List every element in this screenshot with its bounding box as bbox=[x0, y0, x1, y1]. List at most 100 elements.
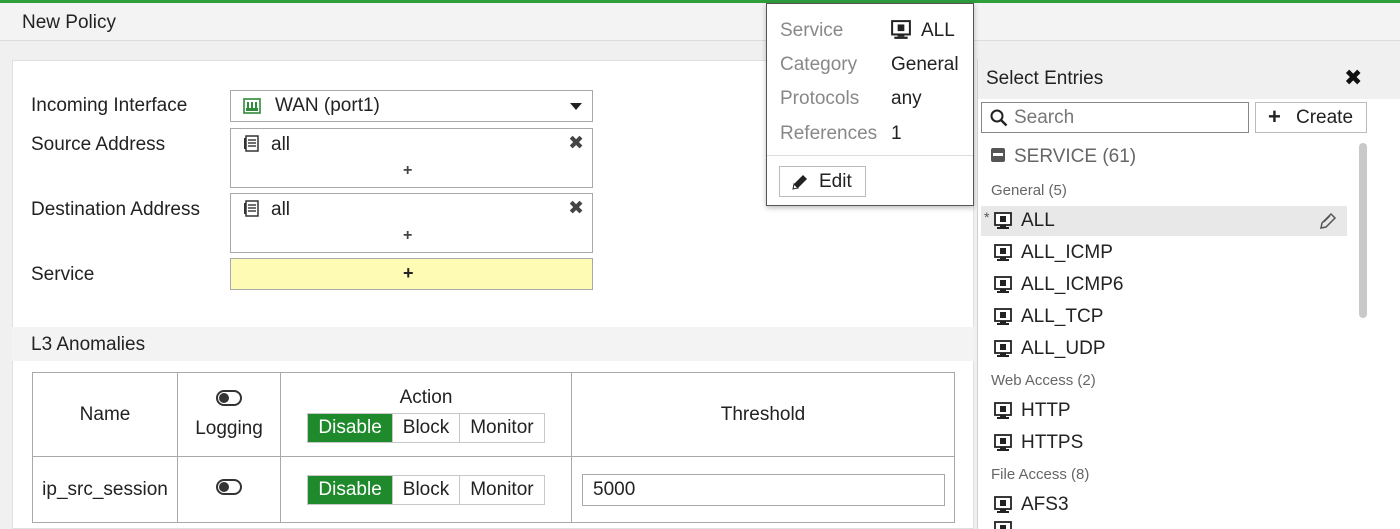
tooltip-references-value: 1 bbox=[891, 123, 902, 144]
column-header-logging: Logging bbox=[177, 372, 281, 457]
service-monitor-icon bbox=[994, 212, 1012, 229]
incoming-interface-label: Incoming Interface bbox=[31, 95, 188, 116]
close-icon[interactable]: ✖ bbox=[1344, 65, 1362, 91]
service-monitor-icon bbox=[891, 20, 911, 39]
selected-marker: * bbox=[984, 209, 990, 225]
list-item-all-tcp[interactable]: ALL_TCP bbox=[981, 302, 1347, 332]
service-field[interactable]: + bbox=[230, 258, 593, 290]
category-web-access: Web Access (2) bbox=[991, 372, 1096, 389]
destination-address-label: Destination Address bbox=[31, 199, 200, 220]
list-item-partial[interactable] bbox=[981, 521, 1347, 529]
row-logging-cell bbox=[177, 456, 281, 523]
edit-button-label: Edit bbox=[819, 171, 852, 192]
service-monitor-icon bbox=[994, 340, 1012, 357]
service-group-label: SERVICE (61) bbox=[1014, 146, 1137, 167]
action-segmented-all: Disable Block Monitor bbox=[307, 412, 545, 443]
source-address-label: Source Address bbox=[31, 134, 166, 155]
page-header: New Policy bbox=[0, 3, 1400, 41]
select-entries-panel: Select Entries ✖ + Create SERVICE (61) G… bbox=[977, 59, 1400, 529]
list-item-all-udp[interactable]: ALL_UDP bbox=[981, 334, 1347, 364]
service-group-header[interactable]: SERVICE (61) bbox=[990, 146, 1136, 168]
list-item-http[interactable]: HTTP bbox=[981, 396, 1347, 426]
row-action-disable[interactable]: Disable bbox=[308, 475, 392, 504]
panel-title: Select Entries bbox=[986, 68, 1104, 89]
action-monitor-all[interactable]: Monitor bbox=[459, 413, 544, 442]
service-monitor-icon bbox=[994, 276, 1012, 293]
plus-icon: + bbox=[1268, 104, 1281, 129]
service-monitor-icon bbox=[994, 244, 1012, 261]
add-destination-icon[interactable]: + bbox=[403, 227, 412, 245]
tooltip-protocols-value: any bbox=[891, 88, 922, 109]
section-title: L3 Anomalies bbox=[31, 334, 146, 355]
address-book-icon bbox=[244, 135, 259, 152]
row-action-monitor[interactable]: Monitor bbox=[459, 475, 544, 504]
service-tooltip: Service ALL Category General Protocols a… bbox=[766, 3, 974, 206]
logging-header-label: Logging bbox=[195, 417, 263, 439]
row-action-block[interactable]: Block bbox=[391, 475, 460, 504]
logging-toggle-all[interactable] bbox=[216, 389, 242, 406]
address-book-icon bbox=[244, 200, 259, 217]
column-header-threshold: Threshold bbox=[571, 372, 955, 457]
entry-label: AFS3 bbox=[1021, 494, 1069, 515]
create-button-label: Create bbox=[1296, 107, 1354, 128]
panel-scrollbar[interactable] bbox=[1358, 143, 1367, 528]
tooltip-category-value: General bbox=[891, 54, 959, 75]
create-button[interactable]: + Create bbox=[1255, 102, 1367, 133]
scrollbar-thumb[interactable] bbox=[1359, 143, 1367, 318]
remove-icon[interactable]: ✖ bbox=[568, 132, 584, 155]
network-port-icon bbox=[243, 98, 261, 114]
chevron-down-icon bbox=[570, 103, 582, 110]
add-source-icon[interactable]: + bbox=[403, 162, 412, 180]
column-header-name: Name bbox=[32, 372, 178, 457]
table-row: ip_src_session Disable Block Monitor bbox=[32, 456, 955, 523]
action-block-all[interactable]: Block bbox=[391, 413, 460, 442]
remove-icon[interactable]: ✖ bbox=[568, 197, 584, 220]
edit-button[interactable]: Edit bbox=[779, 166, 866, 197]
pencil-icon bbox=[792, 175, 807, 190]
entry-label: ALL bbox=[1021, 210, 1055, 231]
column-header-action: Action Disable Block Monitor bbox=[280, 372, 572, 457]
database-icon bbox=[991, 148, 1005, 162]
list-item-all[interactable]: * ALL bbox=[981, 206, 1347, 236]
search-box[interactable] bbox=[981, 102, 1249, 133]
tooltip-divider bbox=[767, 155, 973, 156]
tooltip-references-key: References bbox=[780, 123, 878, 144]
tooltip-service-key: Service bbox=[780, 20, 844, 41]
page-title: New Policy bbox=[22, 12, 116, 33]
list-item-all-icmp6[interactable]: ALL_ICMP6 bbox=[981, 270, 1347, 300]
row-logging-toggle[interactable] bbox=[216, 478, 242, 495]
panel-header: Select Entries ✖ bbox=[978, 59, 1400, 99]
anomalies-table: Name Logging Action Disable Block Monito… bbox=[32, 372, 955, 523]
entry-label: ALL_ICMP bbox=[1021, 242, 1113, 263]
service-monitor-icon bbox=[994, 521, 1012, 529]
service-monitor-icon bbox=[994, 434, 1012, 451]
source-address-field[interactable]: all ✖ + bbox=[230, 128, 593, 188]
service-monitor-icon bbox=[994, 308, 1012, 325]
add-service-icon[interactable]: + bbox=[403, 263, 414, 284]
entry-label: HTTPS bbox=[1021, 432, 1084, 453]
service-monitor-icon bbox=[994, 402, 1012, 419]
search-input[interactable] bbox=[1014, 106, 1244, 130]
incoming-interface-select[interactable]: WAN (port1) bbox=[230, 90, 593, 122]
list-item-all-icmp[interactable]: ALL_ICMP bbox=[981, 238, 1347, 268]
row-action-cell: Disable Block Monitor bbox=[280, 456, 572, 523]
action-disable-all[interactable]: Disable bbox=[308, 413, 392, 442]
incoming-interface-value: WAN (port1) bbox=[275, 95, 380, 116]
tooltip-category-key: Category bbox=[780, 54, 858, 75]
entry-label: ALL_UDP bbox=[1021, 338, 1106, 359]
list-item-afs3[interactable]: AFS3 bbox=[981, 490, 1347, 520]
search-icon bbox=[990, 109, 1008, 127]
category-general: General (5) bbox=[991, 182, 1067, 199]
tooltip-service-value: ALL bbox=[921, 20, 955, 41]
row-name: ip_src_session bbox=[32, 456, 178, 523]
threshold-input[interactable] bbox=[582, 473, 945, 506]
destination-address-value: all bbox=[271, 199, 291, 220]
source-address-value: all bbox=[271, 134, 291, 155]
destination-address-field[interactable]: all ✖ + bbox=[230, 193, 593, 253]
pencil-icon[interactable] bbox=[1319, 212, 1337, 230]
service-monitor-icon bbox=[994, 496, 1012, 513]
row-threshold-cell bbox=[571, 456, 955, 523]
list-item-https[interactable]: HTTPS bbox=[981, 428, 1347, 458]
entry-label: ALL_TCP bbox=[1021, 306, 1104, 327]
action-header-label: Action bbox=[399, 386, 453, 408]
